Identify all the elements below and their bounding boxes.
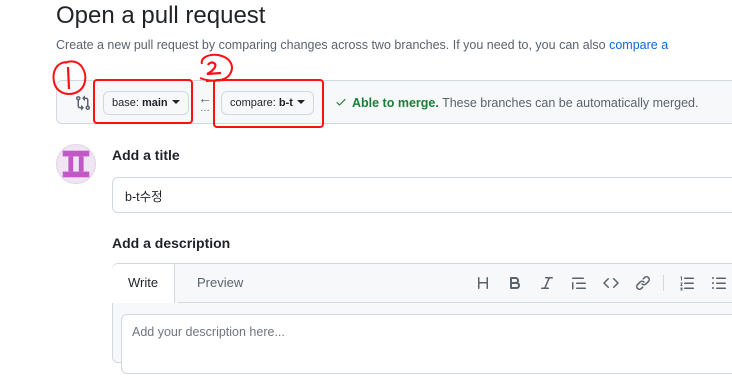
code-icon[interactable] [601,273,621,293]
quote-icon[interactable] [569,273,589,293]
description-body [121,314,732,374]
page-subtitle: Create a new pull request by comparing c… [56,38,668,52]
italic-icon[interactable] [537,273,557,293]
merge-ok-text: Able to merge. [352,96,439,110]
annotation-number-1 [52,60,87,95]
description-label: Add a description [112,235,231,251]
annotation-box-2 [213,79,324,128]
page-title: Open a pull request [56,2,266,29]
merge-detail-text: These branches can be automatically merg… [438,96,699,110]
tab-divider [178,302,732,303]
title-input[interactable] [112,177,732,213]
description-textarea[interactable] [122,315,732,373]
ellipsis-icon: … [200,103,211,114]
tab-preview[interactable]: Preview [181,264,259,302]
subtitle-text: Create a new pull request by comparing c… [56,38,610,52]
tab-write[interactable]: Write [112,264,176,303]
description-editor: Write Preview [112,263,732,374]
check-icon [336,99,346,106]
annotation-number-2 [199,53,233,82]
avatar [56,144,96,184]
unordered-list-icon[interactable] [709,273,729,293]
bold-icon[interactable] [505,273,525,293]
compare-forks-link[interactable]: compare a [609,38,668,52]
annotation-box-1 [93,79,193,124]
toolbar-separator [663,275,664,291]
title-label: Add a title [112,147,180,163]
ordered-list-icon[interactable] [677,273,697,293]
merge-status: Able to merge. These branches can be aut… [335,96,698,110]
link-icon[interactable] [633,273,653,293]
heading-icon[interactable] [473,273,493,293]
